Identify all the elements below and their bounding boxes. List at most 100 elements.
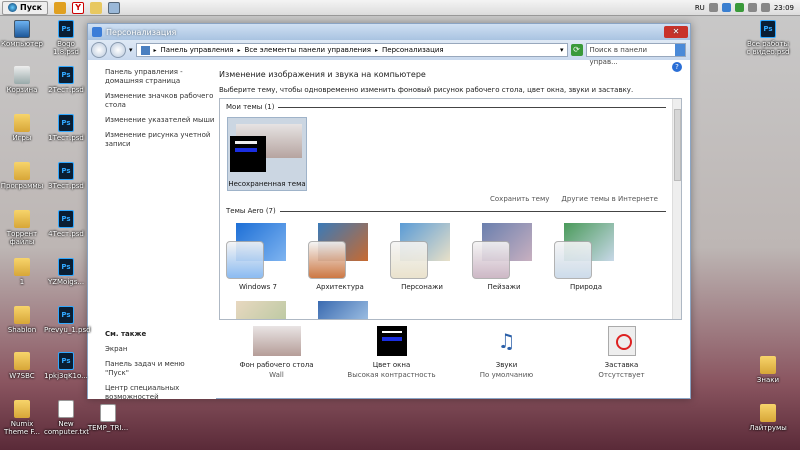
volume-icon[interactable] <box>760 3 770 12</box>
desktop-icon[interactable]: New computer.txt <box>44 400 89 436</box>
desktop-icon-label: 1 <box>19 278 25 286</box>
desktop-icon-label: Знаки <box>756 376 780 384</box>
breadcrumb-item[interactable]: Все элементы панели управления <box>245 46 372 54</box>
language-indicator[interactable]: RU <box>695 4 705 12</box>
see-also-ease-of-access[interactable]: Центр специальных возможностей <box>105 384 210 402</box>
ps-icon: Ps <box>58 258 74 276</box>
desktop-icon[interactable]: Shablon <box>0 306 44 334</box>
desktop-icon[interactable]: Торрент файлы <box>0 210 44 246</box>
desktop-icon[interactable]: Ps 1Тест.psd <box>44 114 88 142</box>
desktop-icon[interactable]: Знаки <box>746 356 790 384</box>
desktop-icon[interactable]: Программы <box>0 162 44 190</box>
pc-icon <box>14 20 30 38</box>
breadcrumb-item[interactable]: Персонализация <box>382 46 444 54</box>
search-icon[interactable] <box>674 44 685 56</box>
aero-theme[interactable]: Природа <box>554 223 618 291</box>
theme-unsaved[interactable]: Несохраненная тема <box>227 117 307 191</box>
aero-theme[interactable]: Архитектура <box>308 223 372 291</box>
network-icon[interactable] <box>747 3 757 12</box>
windows-logo-icon <box>8 3 17 12</box>
desktop-background-setting[interactable]: Фон рабочего стола Wall <box>219 326 334 380</box>
desktop-icon[interactable]: Ps Prevyu_1.psd <box>44 306 91 334</box>
tray-icon[interactable] <box>721 3 731 12</box>
aero-theme[interactable]: Windows 7 <box>226 223 290 291</box>
desktop-icon[interactable]: Ps YZMoigs... <box>44 258 88 286</box>
ps-icon: Ps <box>58 306 74 324</box>
desktop-icon[interactable]: Ps Все работы с видео.psd <box>746 20 790 56</box>
sidebar-link-home[interactable]: Панель управления - домашняя страница <box>105 68 216 86</box>
desktop-icon[interactable]: 1 <box>0 258 44 286</box>
window-color-setting[interactable]: Цвет окна Высокая контрастность <box>334 326 449 380</box>
folder-icon <box>14 258 30 276</box>
close-button[interactable]: ✕ <box>664 26 688 38</box>
sidebar-link-desktop-icons[interactable]: Изменение значков рабочего стола <box>105 92 216 110</box>
screensaver-icon <box>607 326 636 356</box>
back-button[interactable] <box>91 42 107 58</box>
theme-label: Природа <box>569 283 603 291</box>
more-themes-online-link[interactable]: Другие темы в Интернете <box>561 195 658 203</box>
save-theme-link[interactable]: Сохранить тему <box>490 195 549 203</box>
desktop-icon[interactable]: W7SBC <box>0 352 44 380</box>
dropdown-icon[interactable]: ▾ <box>560 46 564 54</box>
desktop-icon-label: 1Тест.psd <box>48 134 84 142</box>
tray-icon[interactable] <box>734 3 744 12</box>
ps-icon: Ps <box>58 20 74 38</box>
chevron-down-icon[interactable]: ▾ <box>129 46 133 54</box>
desktop-icon[interactable]: Компьютер <box>0 20 44 48</box>
desktop-icon[interactable]: Numix Theme F... <box>0 400 44 436</box>
desktop-icon[interactable]: Игры <box>0 114 44 142</box>
forward-button[interactable] <box>110 42 126 58</box>
desktop-icon[interactable]: Ps 2Тест.psd <box>44 66 88 94</box>
personalization-window: Персонализация ✕ ▾ ▸ Панель управления ▸… <box>87 23 691 402</box>
see-also-display[interactable]: Экран <box>105 345 210 354</box>
refresh-icon[interactable]: ⟳ <box>570 44 583 56</box>
desktop-icon[interactable]: Ps 1pkj3qK1o... <box>44 352 88 380</box>
desktop-icon-label: New computer.txt <box>44 420 89 436</box>
sounds-setting[interactable]: ♫ Звуки По умолчанию <box>449 326 564 380</box>
theme-color-preview <box>230 136 266 172</box>
aero-theme[interactable]: Пейзажи <box>472 223 536 291</box>
desktop-icon[interactable]: TEMP_TRI... <box>86 404 130 432</box>
desktop-icon-label: Все работы с видео.psd <box>746 40 790 56</box>
breadcrumb[interactable]: ▸ Панель управления ▸ Все элементы панел… <box>135 43 568 57</box>
control-panel-taskbar-icon[interactable] <box>108 1 121 14</box>
window-icon <box>92 27 102 37</box>
breadcrumb-item[interactable]: Панель управления <box>161 46 234 54</box>
desktop-icon[interactable]: Лайтрумы <box>746 404 790 432</box>
desktop-icon-label: Компьютер <box>1 40 43 48</box>
desktop-icon[interactable]: Ps 3Тест.psd <box>44 162 88 190</box>
sidebar-link-account-picture[interactable]: Изменение рисунка учетной записи <box>105 131 216 149</box>
theme-label: Архитектура <box>316 283 364 291</box>
desktop-icon[interactable]: Корзина <box>0 66 44 94</box>
tray-icon[interactable] <box>708 3 718 12</box>
theme-label: Персонажи <box>401 283 443 291</box>
desktop-icon-label: TEMP_TRI... <box>87 424 129 432</box>
sidebar-link-mouse-pointers[interactable]: Изменение указателей мыши <box>105 116 216 125</box>
system-tray: RU 23:09 <box>695 3 800 12</box>
desktop-icon-label: Игры <box>12 134 32 142</box>
folder-icon <box>14 306 30 324</box>
desktop-icon[interactable]: Ps 4Тест.psd <box>44 210 88 238</box>
explorer-icon[interactable] <box>90 1 103 14</box>
search-input[interactable]: Поиск в панели управ... <box>585 43 686 66</box>
yandex-browser-icon[interactable]: Y <box>72 1 85 14</box>
title-bar[interactable]: Персонализация ✕ <box>88 24 690 40</box>
desktop-icon-label: Shablon <box>7 326 37 334</box>
theme-label: Пейзажи <box>487 283 521 291</box>
media-player-icon[interactable] <box>54 1 67 14</box>
clock[interactable]: 23:09 <box>774 4 794 12</box>
scrollbar[interactable] <box>672 99 681 319</box>
aero-theme[interactable]: Персонажи <box>390 223 454 291</box>
screensaver-setting[interactable]: Заставка Отсутствует <box>564 326 679 380</box>
help-icon[interactable]: ? <box>672 62 682 72</box>
theme-preview[interactable] <box>308 301 372 319</box>
ps-icon: Ps <box>58 210 74 228</box>
themes-list: Мои темы (1) Несохраненная тема Сохранит… <box>219 98 682 320</box>
desktop-icon[interactable]: Ps Bogo 1.8.psd <box>44 20 88 56</box>
see-also-heading: См. также <box>105 330 147 338</box>
theme-preview[interactable] <box>226 301 290 319</box>
see-also-taskbar[interactable]: Панель задач и меню "Пуск" <box>105 360 210 378</box>
start-button[interactable]: Пуск <box>2 0 49 15</box>
window-color-icon <box>376 326 407 356</box>
ps-icon: Ps <box>58 162 74 180</box>
